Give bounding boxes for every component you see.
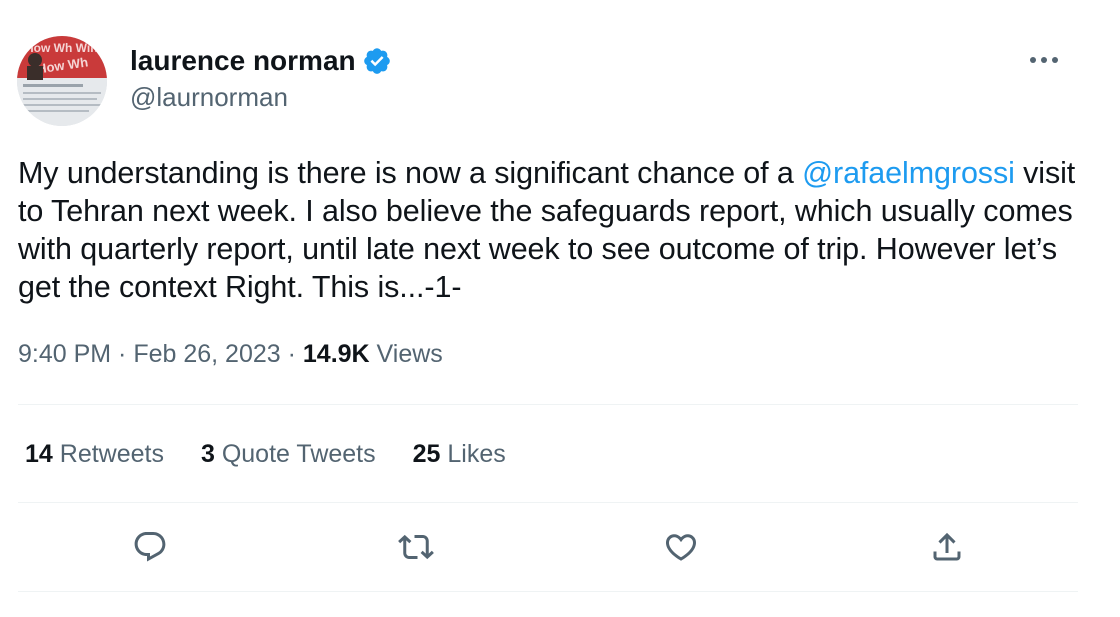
retweets-stat[interactable]: 14 Retweets [25,438,164,470]
views-count: 14.9K [302,340,370,368]
share-button[interactable] [927,527,967,567]
likes-count: 25 [412,440,441,468]
divider [18,502,1078,503]
divider [18,591,1078,592]
retweet-button[interactable] [396,527,436,567]
verified-badge-icon [362,46,392,76]
share-icon [933,532,961,561]
likes-stat[interactable]: 25 Likes [413,438,506,470]
display-name[interactable]: laurence norman [130,44,392,78]
like-icon [665,534,697,561]
mention-link[interactable]: @rafaelmgrossi [802,156,1015,190]
avatar-headline: How Wh Wind [25,41,105,55]
display-name-text[interactable]: laurence norman [130,44,356,78]
tweet-text-start: My understanding is there is now a signi… [18,156,803,190]
retweets-label: Retweets [52,440,164,468]
tweet-time[interactable]: 9:40 PM [18,340,111,368]
like-button[interactable] [661,527,701,567]
quote-tweets-label: Quote Tweets [214,440,376,468]
handle[interactable]: @laurnorman [130,81,288,113]
meta-separator-2: · [280,340,303,368]
quote-tweets-count: 3 [200,440,215,468]
tweet-text: My understanding is there is now a signi… [18,154,1088,306]
avatar-image: How Wh Wind How Wh [17,36,107,126]
reply-button[interactable] [130,527,170,567]
quote-tweets-stat[interactable]: 3 Quote Tweets [201,438,376,470]
avatar[interactable]: How Wh Wind How Wh [17,36,107,126]
divider [18,404,1078,405]
more-options-icon[interactable] [1026,46,1062,74]
views-label: Views [369,340,443,368]
tweet-stats: 14 Retweets 3 Quote Tweets 25 Likes [25,438,543,470]
tweet-date[interactable]: Feb 26, 2023 [133,340,280,368]
retweet-icon [398,534,434,560]
retweets-count: 14 [25,440,53,468]
likes-label: Likes [440,440,506,468]
reply-icon [134,532,166,562]
tweet-meta: 9:40 PM · Feb 26, 2023 · 14.9K Views [18,338,443,370]
meta-separator: · [111,340,134,368]
action-bar [0,527,1120,567]
